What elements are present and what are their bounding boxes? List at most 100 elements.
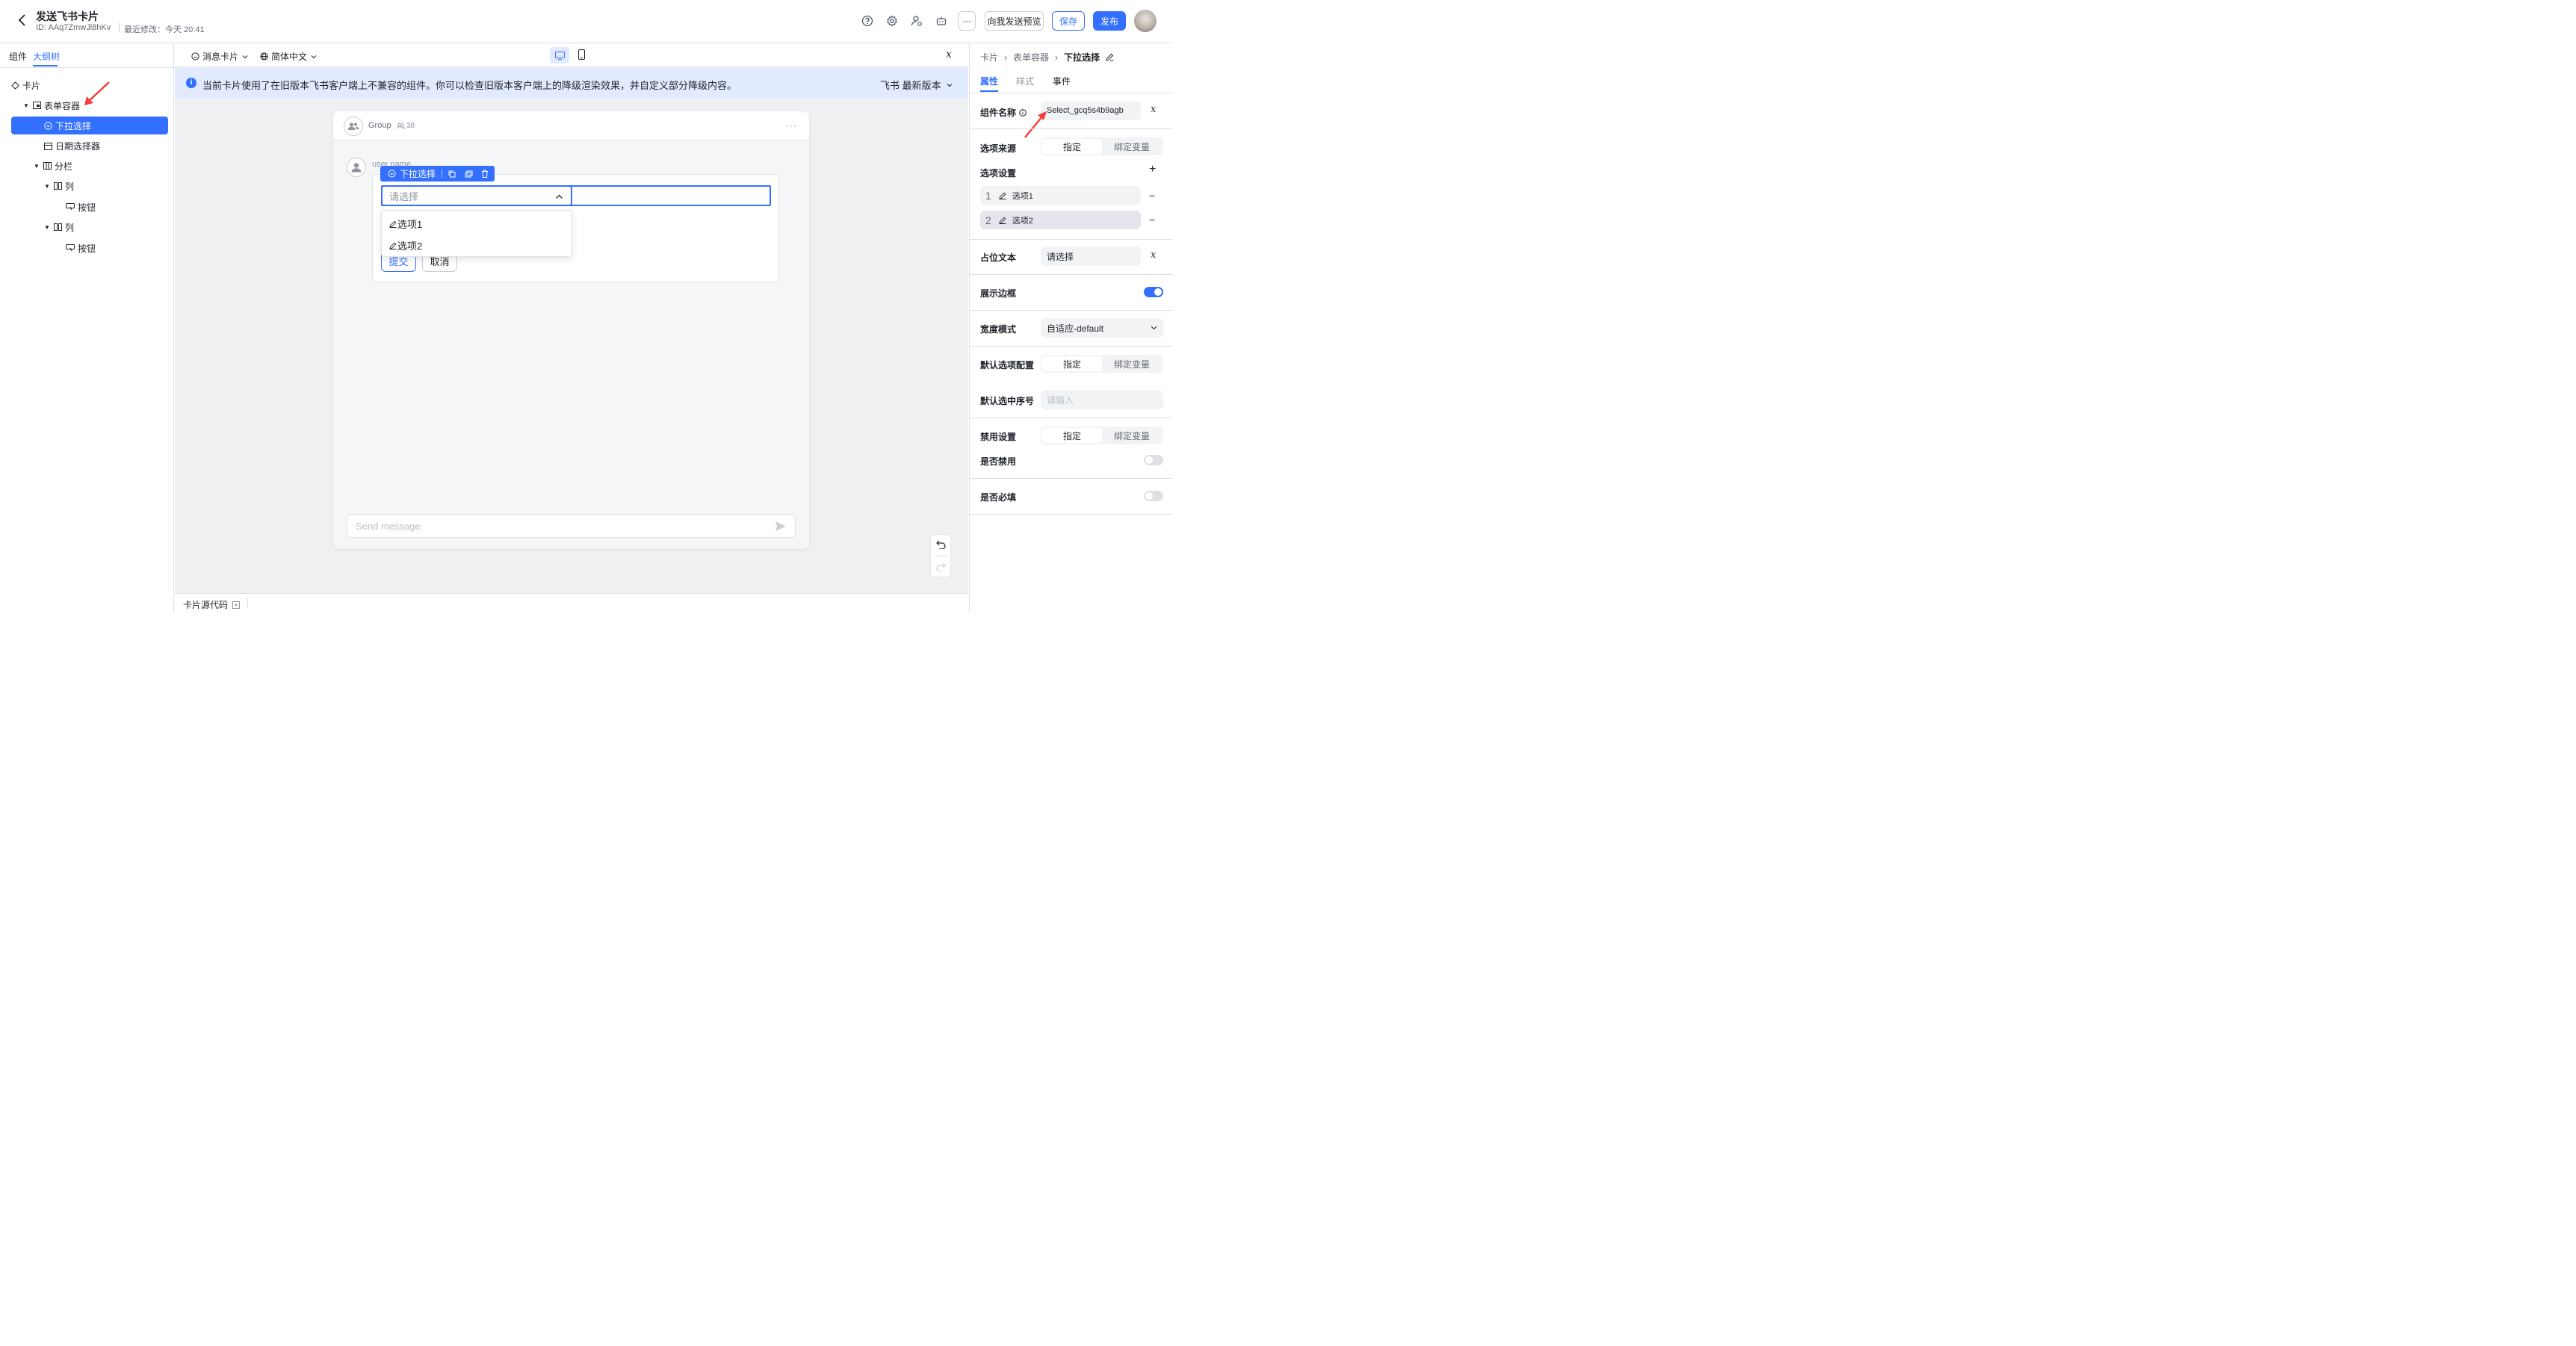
caret-down-icon[interactable]: ▼: [22, 102, 30, 109]
page-title: 发送飞书卡片: [36, 10, 99, 22]
help-icon[interactable]: [861, 15, 873, 27]
tab-components[interactable]: 组件: [9, 50, 27, 63]
info-icon: i: [186, 78, 196, 88]
tab-events[interactable]: 事件: [1053, 75, 1071, 87]
seg-fixed[interactable]: 指定: [1042, 356, 1102, 371]
desktop-view-button[interactable]: [550, 47, 569, 63]
is-required-toggle[interactable]: [1144, 491, 1163, 501]
option-row-2[interactable]: 2 选项2: [980, 211, 1141, 229]
message-card-dropdown[interactable]: 消息卡片: [191, 50, 249, 63]
placeholder-label: 占位文本: [980, 252, 1017, 263]
mobile-icon: [578, 49, 585, 60]
variable-fx-button[interactable]: 𝑥: [946, 49, 952, 61]
button-icon: [66, 203, 75, 211]
caret-down-icon[interactable]: ▼: [43, 224, 51, 231]
breadcrumb: 卡片 › 表单容器 › 下拉选择: [980, 51, 1114, 63]
seg-fixed[interactable]: 指定: [1042, 139, 1102, 154]
form-container[interactable]: 请选择 提交 取消 选项1 选项2: [372, 174, 779, 282]
chat-more-icon[interactable]: ···: [786, 120, 797, 131]
avatar[interactable]: [1134, 10, 1157, 32]
pencil-icon: [389, 242, 397, 249]
card-source-code-toggle[interactable]: 卡片源代码: [183, 598, 241, 611]
duplicate-icon[interactable]: [465, 170, 473, 178]
select-dropdown[interactable]: 请选择: [381, 185, 572, 206]
seg-bind-variable[interactable]: 绑定变量: [1102, 139, 1162, 154]
tab-outline[interactable]: 大纲树: [33, 50, 60, 63]
tab-properties[interactable]: 属性: [980, 75, 998, 87]
width-mode-select[interactable]: 自适应-default: [1041, 318, 1163, 338]
tree-item-column-1[interactable]: ▼ 列: [43, 177, 74, 195]
chat-icon: [191, 52, 199, 61]
tree-item-button-2[interactable]: 按钮: [66, 239, 96, 257]
tree-item-button-1[interactable]: 按钮: [66, 198, 96, 216]
option-source-toggle[interactable]: 指定 绑定变量: [1041, 137, 1163, 155]
breadcrumb-form-container[interactable]: 表单容器: [1013, 51, 1049, 63]
show-border-toggle[interactable]: [1144, 287, 1163, 297]
variable-fx-icon[interactable]: 𝑥: [1151, 104, 1156, 115]
default-index-input[interactable]: 请输入: [1041, 390, 1163, 409]
select-icon: [388, 170, 396, 178]
option-item-1[interactable]: 选项1: [389, 217, 422, 231]
user-settings-icon[interactable]: [911, 15, 923, 27]
is-disabled-label: 是否禁用: [980, 456, 1017, 467]
option-row-1[interactable]: 1 选项1: [980, 186, 1141, 205]
remove-option-icon[interactable]: −: [1149, 190, 1155, 202]
option-label: 选项1: [1012, 191, 1033, 201]
seg-bind-variable[interactable]: 绑定变量: [1102, 356, 1162, 371]
send-preview-button[interactable]: 向我发送预览: [985, 11, 1044, 31]
default-option-toggle[interactable]: 指定 绑定变量: [1041, 355, 1163, 373]
tree-item-date-picker[interactable]: 日期选择器: [44, 137, 100, 155]
send-icon: [775, 521, 786, 531]
properties-panel: 卡片 › 表单容器 › 下拉选择 属性 样式 事件 组件名称 Select_gc…: [969, 43, 1172, 612]
tree-item-select[interactable]: 下拉选择: [44, 117, 91, 134]
card-id: ID: AAq7ZmwJl8hKv: [36, 23, 111, 32]
tree-item-column-2[interactable]: ▼ 列: [43, 218, 74, 236]
delete-icon[interactable]: [481, 170, 489, 178]
mobile-view-button[interactable]: [578, 49, 585, 60]
desktop-icon: [554, 51, 565, 60]
language-dropdown[interactable]: 简体中文: [260, 50, 318, 63]
canvas-toolbar: 消息卡片 简体中文 𝑥: [175, 43, 968, 67]
breadcrumb-card[interactable]: 卡片: [980, 51, 998, 63]
tree-label: 按钮: [78, 243, 96, 254]
tree-item-columns[interactable]: ▼ 分栏: [33, 157, 72, 175]
add-option-icon[interactable]: +: [1149, 163, 1156, 176]
divider: [0, 67, 174, 68]
settings-gear-icon[interactable]: [886, 15, 898, 27]
divider: [119, 23, 120, 32]
tree-label: 下拉选择: [55, 120, 92, 131]
save-button[interactable]: 保存: [1052, 11, 1085, 31]
remove-option-icon[interactable]: −: [1149, 214, 1155, 226]
caret-down-icon[interactable]: ▼: [43, 183, 51, 190]
seg-fixed[interactable]: 指定: [1042, 428, 1102, 443]
variable-fx-icon[interactable]: 𝑥: [1151, 249, 1156, 261]
chevron-right-icon: ›: [1004, 52, 1008, 63]
undo-redo-panel: [930, 534, 951, 577]
component-name-input[interactable]: Select_gcq5s4b9agb: [1041, 101, 1141, 120]
undo-icon[interactable]: [936, 540, 946, 549]
client-version-dropdown[interactable]: 飞书 最新版本: [880, 78, 953, 92]
edit-icon[interactable]: [1106, 53, 1114, 61]
robot-icon[interactable]: [935, 15, 947, 27]
publish-button[interactable]: 发布: [1093, 11, 1126, 31]
back-arrow-icon[interactable]: [16, 13, 28, 27]
more-button[interactable]: ···: [958, 11, 976, 31]
tree-item-form-container[interactable]: ▼ 表单容器: [22, 96, 80, 114]
tree-item-card[interactable]: 卡片: [11, 76, 40, 94]
disable-settings-toggle[interactable]: 指定 绑定变量: [1041, 427, 1163, 444]
tab-style[interactable]: 样式: [1016, 75, 1034, 87]
tree-label: 日期选择器: [55, 140, 101, 152]
copy-icon[interactable]: [448, 170, 456, 178]
option-index: 2: [985, 214, 991, 226]
seg-bind-variable[interactable]: 绑定变量: [1102, 428, 1162, 443]
caret-down-icon[interactable]: ▼: [33, 163, 40, 170]
group-name: Group: [368, 121, 391, 130]
is-disabled-toggle[interactable]: [1144, 455, 1163, 465]
component-tag-toolbar: 下拉选择: [380, 166, 495, 182]
placeholder-input[interactable]: 请选择: [1041, 246, 1141, 266]
option-item-2[interactable]: 选项2: [389, 238, 422, 252]
notice-text: 当前卡片使用了在旧版本飞书客户端上不兼容的组件。你可以检查旧版本客户端上的降级渲…: [202, 80, 737, 91]
tree-label: 表单容器: [44, 100, 81, 111]
message-input[interactable]: Send message: [347, 514, 796, 538]
redo-icon[interactable]: [936, 562, 946, 571]
